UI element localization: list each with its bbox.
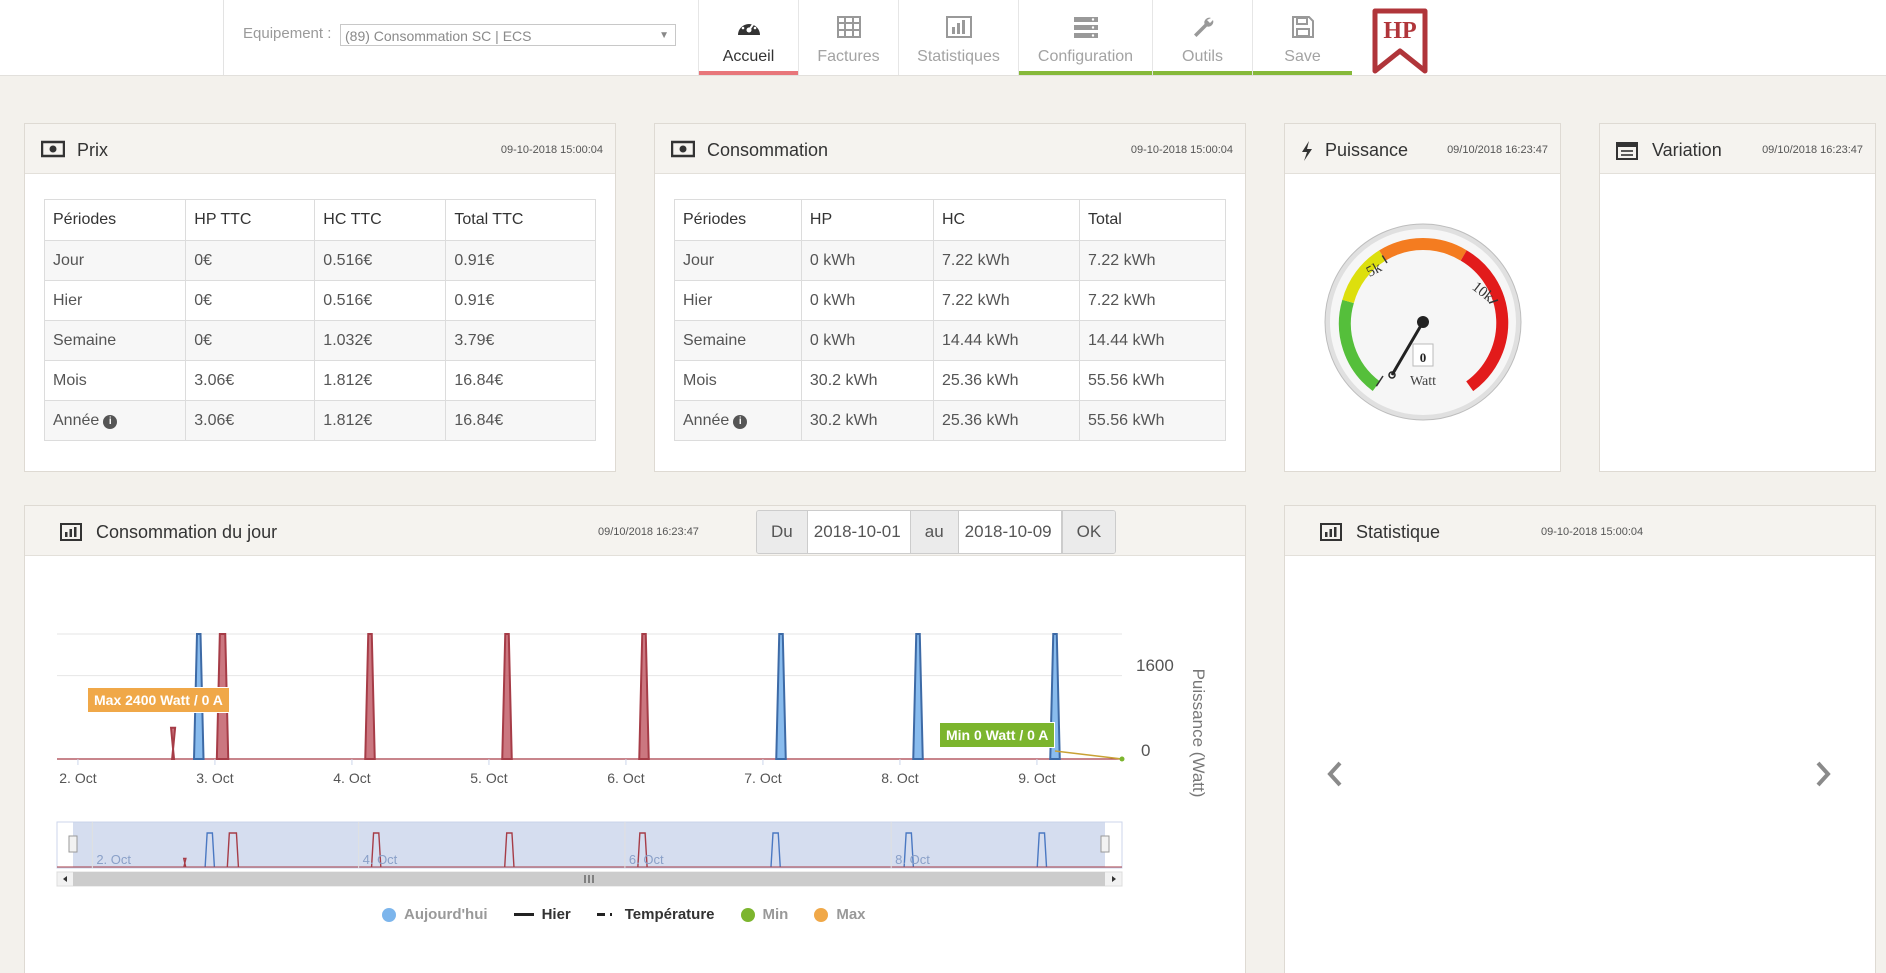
navigator-handle xyxy=(68,835,78,853)
min-annotation: Min 0 Watt / 0 A xyxy=(939,722,1056,748)
legend-dot xyxy=(382,907,396,922)
series-today-area xyxy=(912,633,924,760)
x-tick-label: 3. Oct xyxy=(196,770,233,786)
navigator-tick-label: 8. Oct xyxy=(895,852,930,867)
series-hier-area xyxy=(364,633,376,760)
legend-label: Max xyxy=(836,906,866,923)
max-annotation: Max 2400 Watt / 0 A xyxy=(87,687,230,713)
x-tick-label: 2. Oct xyxy=(59,770,96,786)
navigator-tick-label: 6. Oct xyxy=(629,852,664,867)
legend-min[interactable]: Min xyxy=(740,906,789,923)
x-tick-label: 5. Oct xyxy=(470,770,507,786)
legend-today[interactable]: Aujourd'hui xyxy=(382,906,488,923)
x-tick-label: 9. Oct xyxy=(1018,770,1055,786)
legend-temperature[interactable]: Température xyxy=(596,906,715,923)
navigator-handle xyxy=(1100,835,1110,853)
statistique-title: Statistique xyxy=(1356,522,1441,542)
y-axis-label: Puissance (Watt) xyxy=(1189,668,1208,798)
legend-label: Température xyxy=(624,906,715,923)
legend-label: Hier xyxy=(541,906,571,923)
statistique-header: Statistique 09-10-2018 15:00:04 xyxy=(1285,506,1875,556)
series-hier-area xyxy=(501,633,513,760)
bar-chart-icon xyxy=(1320,523,1342,546)
navigator-tick-label: 2. Oct xyxy=(96,852,131,867)
x-tick-label: 8. Oct xyxy=(881,770,918,786)
min-marker xyxy=(1119,756,1125,762)
legend-dot xyxy=(740,907,755,922)
y-tick-0: 0 xyxy=(1141,741,1151,760)
series-hier-area xyxy=(638,633,650,760)
legend-max[interactable]: Max xyxy=(814,906,866,923)
statistique-timestamp: 09-10-2018 15:00:04 xyxy=(1541,526,1644,538)
temperature-line xyxy=(1054,750,1123,760)
chart-legend: Aujourd'hui Hier Température Min Max xyxy=(382,906,892,923)
navigator-tick-label: 4. Oct xyxy=(363,852,398,867)
legend-label: Min xyxy=(762,906,789,923)
legend-label: Aujourd'hui xyxy=(404,906,488,923)
y-tick-1600: 1600 xyxy=(1136,656,1174,675)
legend-dash xyxy=(596,913,617,916)
x-tick-label: 6. Oct xyxy=(607,770,644,786)
legend-line xyxy=(513,913,534,916)
x-tick-label: 4. Oct xyxy=(333,770,370,786)
series-today-area xyxy=(775,633,787,760)
series-hier-area xyxy=(169,726,177,760)
legend-hier[interactable]: Hier xyxy=(513,906,571,923)
chevron-left-icon[interactable] xyxy=(1327,761,1343,792)
x-tick-label: 7. Oct xyxy=(744,770,781,786)
chevron-right-icon[interactable] xyxy=(1815,761,1831,792)
statistique-panel: Statistique 09-10-2018 15:00:04 xyxy=(1284,505,1876,973)
legend-dot xyxy=(814,907,829,922)
